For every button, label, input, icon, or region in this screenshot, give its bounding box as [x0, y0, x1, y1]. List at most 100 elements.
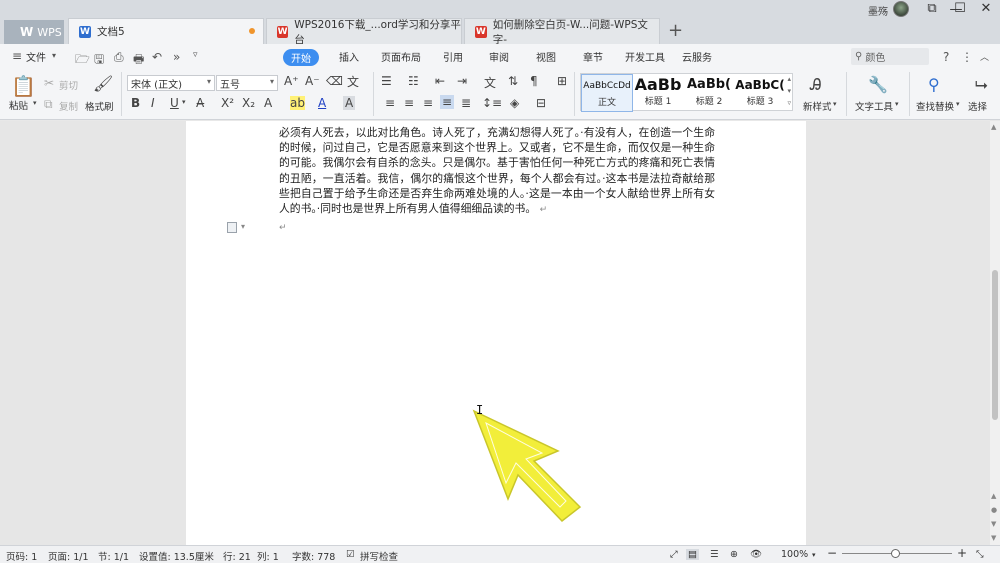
select-button[interactable]: 选择 [968, 99, 987, 113]
italic-icon[interactable]: I [151, 96, 155, 110]
format-painter-icon[interactable]: 🖌 [93, 74, 113, 93]
tab-document-5[interactable]: W 文档5 [68, 18, 264, 44]
paste-icon[interactable]: 📋 [11, 74, 36, 98]
align-center-icon[interactable]: ≡ [404, 96, 414, 110]
pinyin-guide-icon[interactable]: 文 [347, 73, 359, 90]
style-normal[interactable]: AaBbCcDd 正文 [581, 74, 633, 112]
maximize-button[interactable]: ☐ [950, 1, 970, 16]
tab-chapter[interactable]: 章节 [583, 49, 603, 64]
spell-check-button[interactable]: 拼写检查 [360, 549, 398, 563]
chevron-down-icon[interactable]: ▾ [895, 100, 899, 108]
font-color-icon[interactable]: A [318, 96, 326, 110]
subscript-icon[interactable]: X₂ [242, 96, 255, 110]
chevron-down-icon[interactable]: ▾ [812, 551, 816, 559]
page-view-icon[interactable]: ▤ [686, 549, 699, 560]
customize-icon[interactable]: ▿ [193, 50, 198, 60]
line-spacing-icon[interactable]: ↕≡ [482, 96, 502, 110]
tab-delete-blank-page[interactable]: W 如何删除空白页-W...问题-WPS文字- [464, 18, 660, 46]
new-style-button[interactable]: 新样式 [803, 99, 832, 113]
status-column[interactable]: 列: 1 [257, 549, 279, 563]
copy-icon[interactable]: ⧉ [44, 97, 53, 112]
status-position[interactable]: 设置值: 13.5厘米 [139, 549, 214, 563]
numbered-list-icon[interactable]: ☷ [408, 74, 419, 88]
find-replace-button[interactable]: 查找替换 [916, 99, 954, 113]
align-right-icon[interactable]: ≡ [423, 96, 433, 110]
show-marks-icon[interactable]: ¶ [530, 74, 538, 88]
close-button[interactable]: ✕ [976, 1, 996, 16]
tab-page-layout[interactable]: 页面布局 [381, 49, 421, 64]
status-row[interactable]: 行: 21 [223, 549, 251, 563]
select-browse-icon[interactable]: ● [991, 506, 997, 514]
tab-home[interactable]: 开始 [283, 49, 319, 66]
table-icon[interactable]: ⊞ [557, 74, 567, 88]
tab-insert[interactable]: 插入 [339, 49, 359, 64]
justify-icon[interactable]: ≡ [440, 95, 455, 109]
search-icon[interactable]: ⚲ [928, 75, 940, 94]
chevron-down-icon[interactable]: ▾ [833, 100, 837, 108]
decrease-indent-icon[interactable]: ⇤ [435, 74, 445, 88]
zoom-slider-handle[interactable] [891, 549, 900, 558]
new-style-icon[interactable]: Ꭿ [810, 75, 822, 95]
more-styles-icon[interactable]: ▿ [787, 99, 791, 107]
add-tab-button[interactable]: + [668, 20, 683, 41]
tab-cloud[interactable]: 云服务 [682, 49, 712, 64]
restore-icon[interactable]: ⧉ [922, 1, 942, 16]
help-icon[interactable]: ? [943, 50, 949, 64]
select-cursor-icon[interactable]: ⮡ [975, 75, 988, 95]
shading-icon[interactable]: ◈ [510, 96, 519, 110]
fit-page-icon[interactable]: ⤡ [976, 549, 984, 560]
chevron-down-icon[interactable]: ▾ [241, 222, 245, 231]
reading-mode-icon[interactable]: 👁 [750, 549, 762, 560]
format-painter-button[interactable]: 格式刷 [85, 99, 114, 113]
chevron-down-icon[interactable]: ▾ [52, 51, 56, 60]
spell-check-icon[interactable]: ☑ [346, 549, 355, 560]
tab-wps-download[interactable]: W WPS2016下载_...ord学习和分享平台 [266, 18, 462, 46]
outline-view-icon[interactable]: ☰ [710, 549, 719, 560]
status-pages[interactable]: 页面: 1/1 [48, 549, 89, 563]
tab-review[interactable]: 审阅 [489, 49, 509, 64]
menu-hamburger-icon[interactable]: ≡ [12, 49, 22, 63]
font-name-select[interactable]: 宋体 (正文) ▾ [127, 75, 215, 91]
zoom-out-icon[interactable]: − [827, 546, 837, 560]
cut-icon[interactable]: ✂ [44, 76, 54, 90]
scroll-down-icon[interactable]: ▾ [787, 87, 791, 95]
style-heading-1[interactable]: AaBb 标题 1 [633, 74, 683, 112]
grow-font-icon[interactable]: A⁺ [284, 74, 299, 88]
document-page[interactable]: 必须有人死去，以此对比角色。诗人死了，充满幻想得人死了。·有没有人，在创造一个生… [186, 121, 806, 545]
cut-button[interactable]: 剪切 [59, 78, 78, 92]
undo-icon[interactable]: ↶ [152, 50, 162, 64]
status-page-number[interactable]: 页码: 1 [6, 549, 37, 563]
status-section[interactable]: 节: 1/1 [98, 549, 129, 563]
status-word-count[interactable]: 字数: 778 [292, 549, 335, 563]
char-shading-icon[interactable]: A [343, 96, 356, 110]
tab-view[interactable]: 视图 [536, 49, 556, 64]
font-size-select[interactable]: 五号 ▾ [216, 75, 278, 91]
collapse-ribbon-icon[interactable]: ︿ [980, 50, 989, 63]
avatar[interactable] [893, 1, 909, 17]
tab-references[interactable]: 引用 [443, 49, 463, 64]
web-view-icon[interactable]: ⊕ [730, 549, 738, 560]
text-effect-icon[interactable]: A [264, 96, 272, 110]
scroll-up-icon[interactable]: ▴ [787, 75, 791, 83]
sort-icon[interactable]: ⇅ [508, 74, 518, 88]
empty-paragraph-mark[interactable]: ↵ [279, 223, 287, 233]
search-input[interactable]: ⚲ 颜色 [851, 48, 929, 65]
bullet-list-icon[interactable]: ☰ [381, 74, 392, 88]
file-menu[interactable]: 文件 [26, 49, 46, 64]
align-left-icon[interactable]: ≡ [385, 96, 395, 110]
superscript-icon[interactable]: X² [221, 96, 234, 110]
clear-format-icon[interactable]: ⌫ [326, 74, 343, 88]
style-heading-2[interactable]: AaBb( 标题 2 [683, 74, 735, 112]
zoom-level[interactable]: 100% [781, 549, 808, 560]
more-icon[interactable]: » [173, 50, 180, 64]
chinese-layout-icon[interactable]: 文 [484, 74, 496, 91]
scroll-up-icon[interactable]: ▲ [991, 123, 996, 131]
document-icon[interactable] [227, 222, 237, 233]
scroll-thumb[interactable] [992, 270, 998, 420]
scroll-down-icon[interactable]: ▼ [991, 534, 996, 542]
bold-icon[interactable]: B [131, 96, 140, 110]
distributed-icon[interactable]: ≣ [461, 96, 471, 110]
underline-icon[interactable]: U [170, 96, 179, 110]
chevron-down-icon[interactable]: ▾ [182, 98, 186, 106]
copy-button[interactable]: 复制 [59, 99, 78, 113]
